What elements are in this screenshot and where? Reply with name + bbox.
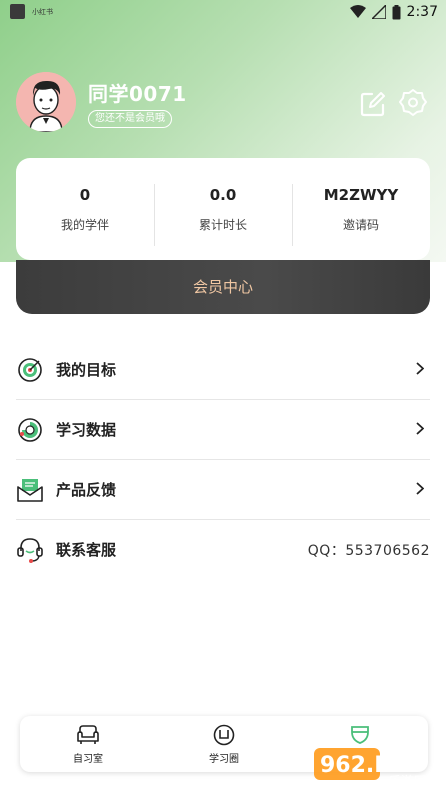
clock-icon — [213, 724, 235, 746]
app-notification-icon — [10, 4, 25, 19]
menu-item-feedback[interactable]: 产品反馈 — [16, 460, 430, 520]
chevron-right-icon — [416, 482, 424, 495]
tab-label: 自习室 — [73, 754, 103, 765]
mail-icon — [16, 476, 44, 504]
membership-badge[interactable]: 您还不是会员哦 — [88, 110, 172, 128]
stat-total-time[interactable]: 0.0 累计时长 — [154, 183, 292, 246]
edit-icon[interactable] — [360, 91, 386, 117]
status-time: 2:37 — [406, 4, 438, 20]
menu-list: 我的目标 学习数据 产品反馈 联系客服 QQ：553706562 — [16, 340, 430, 579]
stat-companions[interactable]: 0 我的学伴 — [16, 186, 154, 233]
menu-item-label: 产品反馈 — [56, 481, 117, 499]
vip-center-button[interactable]: 会员中心 — [16, 260, 430, 314]
menu-item-study-data[interactable]: 学习数据 — [16, 400, 430, 460]
stat-value: M2ZWYY — [323, 185, 399, 204]
menu-item-customer-service[interactable]: 联系客服 QQ：553706562 — [16, 520, 430, 579]
stats-card: 0 我的学伴 0.0 累计时长 M2ZWYY 邀请码 — [16, 158, 430, 260]
menu-item-label: 学习数据 — [56, 421, 117, 439]
battery-icon — [392, 4, 401, 19]
stat-label: 邀请码 — [342, 217, 379, 232]
menu-item-label: 联系客服 — [56, 541, 117, 559]
chevron-right-icon — [416, 422, 424, 435]
avatar[interactable] — [16, 72, 76, 132]
tab-label: 学习圈 — [209, 754, 239, 765]
chevron-right-icon — [416, 362, 424, 375]
tab-study-circle[interactable]: 学习圈 — [156, 716, 292, 772]
stat-label: 我的学伴 — [60, 217, 109, 232]
qq-number: QQ：553706562 — [307, 542, 430, 559]
headset-icon — [16, 536, 44, 564]
signal-icon — [371, 5, 386, 19]
status-app-label: 小红书 — [32, 8, 53, 16]
menu-item-label: 我的目标 — [56, 361, 117, 379]
watermark-sub: 乐游网 — [388, 775, 427, 790]
menu-item-goals[interactable]: 我的目标 — [16, 340, 430, 400]
status-bar: 小红书 2:37 — [0, 0, 446, 24]
username: 同学0071 — [88, 82, 187, 106]
profile-tab-icon — [351, 726, 369, 744]
watermark-logo: 962.NET 乐游网 — [314, 748, 427, 790]
target-icon — [16, 356, 44, 384]
stat-invite-code[interactable]: M2ZWYY 邀请码 — [292, 183, 430, 246]
settings-icon[interactable] — [398, 88, 428, 118]
chart-ring-icon — [16, 416, 44, 444]
avatar-illustration — [16, 72, 76, 132]
sofa-icon — [77, 725, 99, 744]
stat-value: 0.0 — [209, 185, 237, 204]
stat-value: 0 — [79, 185, 91, 204]
wifi-icon — [349, 5, 366, 18]
tab-study-room[interactable]: 自习室 — [20, 716, 156, 772]
stat-label: 累计时长 — [198, 217, 247, 232]
